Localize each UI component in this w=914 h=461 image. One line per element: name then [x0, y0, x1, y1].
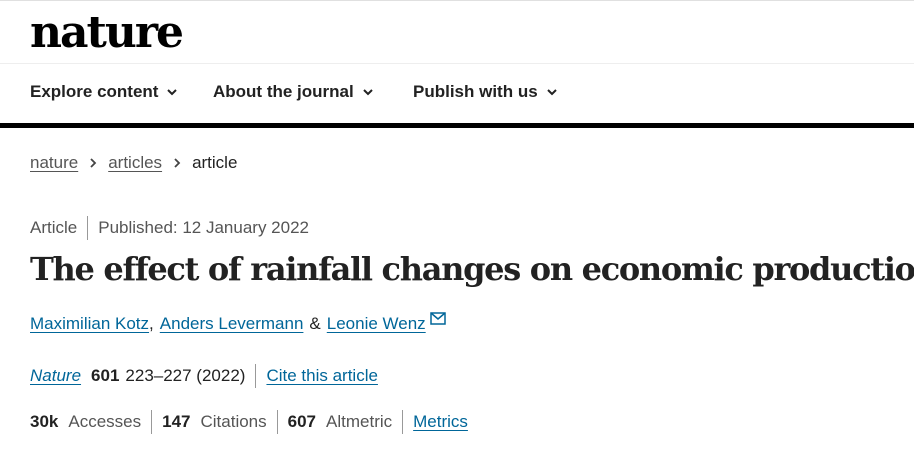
article-type: Article	[30, 218, 78, 237]
breadcrumb-link-nature[interactable]: nature	[30, 153, 78, 173]
divider	[402, 410, 404, 434]
metrics-link[interactable]: Metrics	[413, 412, 468, 432]
cite-this-article-link[interactable]: Cite this article	[266, 366, 377, 386]
nav-explore-content-label: Explore content	[30, 82, 159, 101]
nav-publish-with-us[interactable]: Publish with us	[413, 82, 558, 102]
chevron-right-icon	[90, 158, 97, 168]
nav-publish-with-us-label: Publish with us	[413, 82, 538, 101]
author-separator: &	[309, 314, 321, 333]
envelope-icon[interactable]	[429, 311, 446, 325]
citation-line: Nature 601 223–227 (2022) Cite this arti…	[30, 364, 378, 388]
altmetric-label: Altmetric	[326, 412, 393, 431]
published-date: Published: 12 January 2022	[98, 218, 309, 237]
chevron-down-icon	[546, 89, 557, 96]
author-separator: ,	[149, 314, 154, 333]
metrics-bar: 30k Accesses 147 Citations 607 Altmetric…	[30, 410, 468, 434]
altmetric-score: 607	[287, 412, 317, 431]
article-meta: Article Published: 12 January 2022	[30, 216, 309, 240]
chevron-down-icon	[363, 89, 373, 96]
nav-divider	[0, 123, 914, 128]
journal-link[interactable]: Nature	[30, 366, 81, 386]
author-link-levermann[interactable]: Anders Levermann	[160, 314, 304, 334]
divider	[151, 410, 153, 434]
breadcrumb: nature articles article	[30, 153, 237, 173]
chevron-right-icon	[174, 158, 181, 168]
chevron-down-icon	[167, 89, 178, 96]
author-list: Maximilian Kotz , Anders Levermann & Leo…	[30, 311, 446, 334]
citations-label: Citations	[200, 412, 267, 431]
pages-year: 223–227 (2022)	[125, 366, 246, 385]
nav-explore-content[interactable]: Explore content	[30, 82, 178, 102]
citations-count: 147	[162, 412, 191, 431]
author-link-wenz[interactable]: Leonie Wenz	[327, 314, 426, 334]
divider	[276, 410, 278, 434]
breadcrumb-current: article	[192, 153, 238, 172]
site-header: nature	[0, 0, 914, 64]
divider	[255, 364, 257, 388]
accesses-label: Accesses	[68, 412, 142, 431]
author-link-kotz[interactable]: Maximilian Kotz	[30, 314, 149, 334]
accesses-count: 30k	[30, 412, 59, 431]
nav-about-journal[interactable]: About the journal	[213, 82, 374, 102]
breadcrumb-link-articles[interactable]: articles	[108, 153, 162, 173]
nav-about-journal-label: About the journal	[213, 82, 354, 101]
nature-logo[interactable]: nature	[30, 5, 184, 61]
article-title: The effect of rainfall changes on econom…	[30, 250, 914, 288]
divider	[87, 216, 89, 240]
main-nav: Explore content About the journal Publis…	[0, 62, 914, 124]
volume-number: 601	[91, 366, 120, 385]
